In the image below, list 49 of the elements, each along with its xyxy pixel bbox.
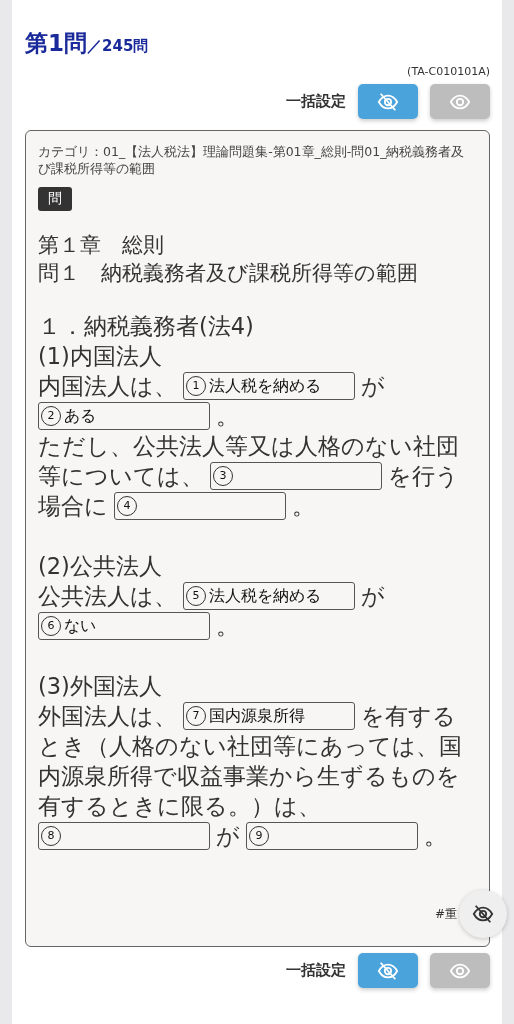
bulk-setting-label: 一括設定 (286, 961, 346, 980)
answer-field[interactable]: 1 法人税を納める (183, 372, 355, 400)
show-answers-button[interactable] (430, 84, 490, 119)
question-text: １．納税義務者(法4) (38, 312, 254, 341)
question-badge: 問 (38, 187, 72, 211)
question-text: 。 (216, 402, 239, 431)
chapter-heading: 第１章 総則 (38, 232, 165, 259)
eye-slash-icon (377, 90, 399, 113)
eye-slash-icon (472, 903, 494, 925)
answer-field[interactable]: 9 (246, 822, 418, 850)
question-number: 第1問 (25, 29, 87, 58)
question-text: 内国法人は、 (38, 372, 177, 401)
question-text: が (361, 372, 385, 401)
question-code: (TA-C010101A) (406, 65, 490, 78)
question-text: 外国法人は、 (38, 702, 177, 731)
question-text: 内源泉所得で収益事業から生ずるものを (38, 762, 460, 791)
eye-slash-icon (377, 959, 399, 982)
show-answers-button[interactable] (430, 953, 490, 988)
answer-field[interactable]: 8 (38, 822, 210, 850)
question-text: とき（人格のない社団等にあっては、国 (38, 732, 462, 761)
question-text: 公共法人は、 (38, 582, 177, 611)
question-text: 。 (292, 492, 315, 521)
question-text: (2)公共法人 (38, 552, 162, 581)
toggle-visibility-button[interactable] (459, 890, 507, 938)
question-text: 等については、 (38, 462, 204, 491)
hide-answers-button[interactable] (358, 953, 418, 988)
bulk-setting-label: 一括設定 (286, 92, 346, 111)
question-text: 場合に (38, 492, 108, 521)
answer-field[interactable]: 3 (210, 462, 382, 490)
question-total: ／245問 (87, 37, 149, 56)
question-text: を有する (361, 702, 456, 731)
question-text: (3)外国法人 (38, 672, 162, 701)
answer-field[interactable]: 4 (114, 492, 286, 520)
question-text: ただし、公共法人等又は人格のない社団 (38, 432, 459, 461)
chapter-heading: 問１ 納税義務者及び課税所得等の範囲 (38, 260, 419, 287)
question-text: を行う (388, 462, 459, 491)
question-text: 。 (424, 822, 447, 851)
tag-text: #重 (434, 905, 457, 923)
question-text: 。 (216, 612, 239, 641)
answer-field[interactable]: 7 国内源泉所得 (183, 702, 355, 730)
question-text: が (216, 822, 240, 851)
answer-field[interactable]: 5 法人税を納める (183, 582, 355, 610)
question-text: 有するときに限る。）は、 (38, 792, 321, 821)
answer-field[interactable]: 2 ある (38, 402, 210, 430)
question-text: (1)内国法人 (38, 342, 162, 371)
question-text: が (361, 582, 385, 611)
answer-field[interactable]: 6 ない (38, 612, 210, 640)
hide-answers-button[interactable] (358, 84, 418, 119)
category-text: カテゴリ：01_【法人税法】理論問題集-第01章_総則-問01_納税義務者及び課税所得等の範囲 (38, 143, 466, 177)
